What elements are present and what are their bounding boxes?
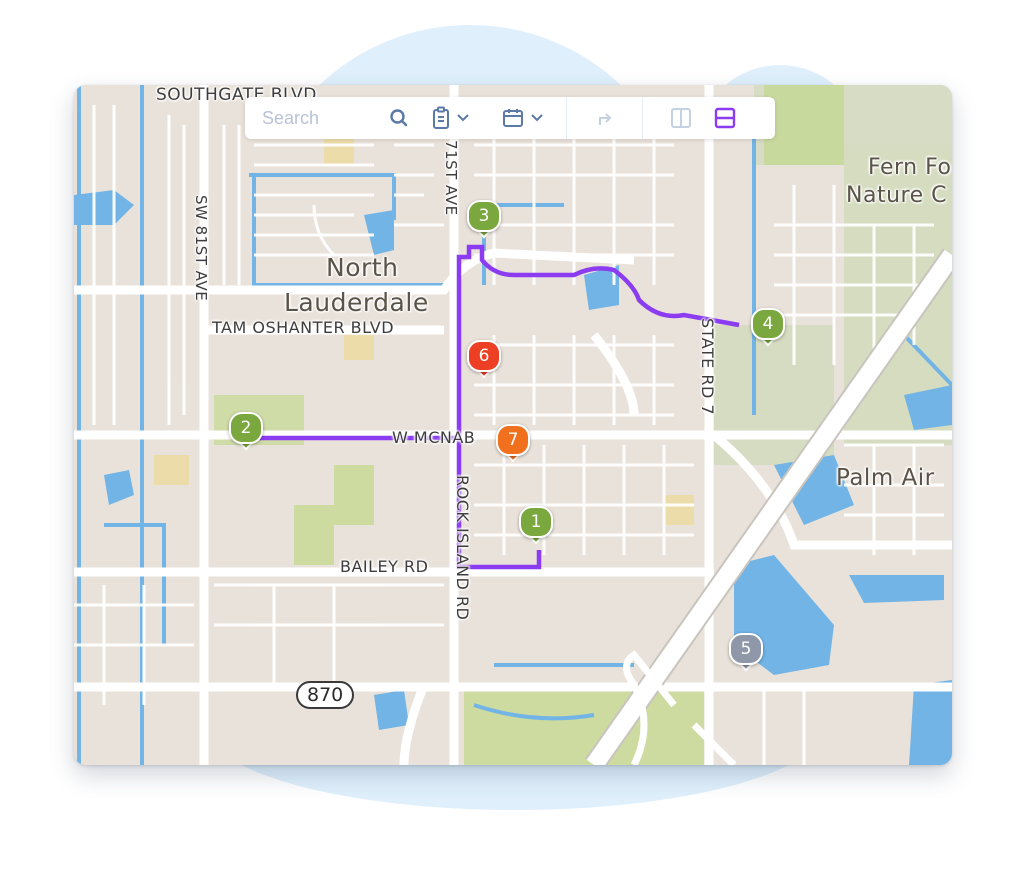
map-marker-7[interactable]: 7 <box>496 424 530 464</box>
place-label-nature-center: Nature C <box>846 183 947 208</box>
map-view[interactable]: SOUTHGATE BLVD SW 81ST AVE 71ST AVE Nort… <box>74 85 952 765</box>
map-marker-2[interactable]: 2 <box>229 412 263 452</box>
search-input[interactable] <box>260 106 374 130</box>
columns-icon[interactable] <box>670 107 692 129</box>
road-label-bailey: BAILEY RD <box>340 557 429 576</box>
chevron-down-icon <box>531 114 543 122</box>
place-label-north: North <box>326 253 399 282</box>
map-marker-3[interactable]: 3 <box>467 200 501 240</box>
clipboard-icon <box>433 106 449 129</box>
chevron-down-icon <box>457 114 469 122</box>
road-label-71st: 71ST AVE <box>442 140 460 216</box>
rows-icon[interactable] <box>714 107 736 129</box>
road-label-wmcnab: W MCNAB <box>392 428 476 447</box>
route-shield-870: 870 <box>296 681 355 709</box>
map-toolbar <box>245 97 775 139</box>
map-marker-5[interactable]: 5 <box>729 633 763 673</box>
share-arrow-icon[interactable] <box>567 109 642 127</box>
clipboard-dropdown[interactable] <box>432 106 470 130</box>
place-label-lauderdale: Lauderdale <box>284 288 429 317</box>
search-icon[interactable] <box>384 108 414 128</box>
place-label-fern-forest: Fern Fo <box>868 155 952 180</box>
map-marker-4[interactable]: 4 <box>751 308 785 348</box>
calendar-dropdown[interactable] <box>502 108 544 128</box>
calendar-icon <box>503 109 523 127</box>
road-label-sw81: SW 81ST AVE <box>192 195 210 302</box>
road-label-staterd7: STATE RD 7 <box>698 318 717 416</box>
place-label-palm-air: Palm Air <box>836 465 935 491</box>
road-label-rockisland: ROCK ISLAND RD <box>453 475 472 621</box>
road-label-tamoshanter: TAM OSHANTER BLVD <box>212 318 395 337</box>
map-marker-1[interactable]: 1 <box>519 506 553 546</box>
toolbar-divider <box>642 97 643 139</box>
map-marker-6[interactable]: 6 <box>467 340 501 380</box>
